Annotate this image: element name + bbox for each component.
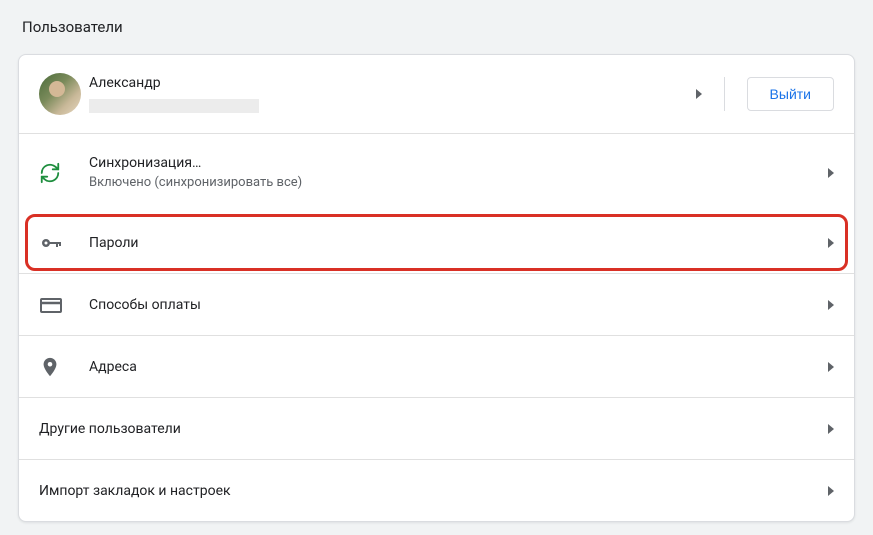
passwords-title: Пароли bbox=[89, 235, 828, 251]
chevron-right-icon bbox=[828, 300, 834, 310]
location-icon bbox=[39, 356, 61, 378]
profile-name: Александр bbox=[89, 75, 696, 91]
import-row[interactable]: Импорт закладок и настроек bbox=[19, 459, 854, 521]
chevron-right-icon bbox=[828, 168, 834, 178]
chevron-right-icon bbox=[828, 238, 834, 248]
other-users-label: Другие пользователи bbox=[39, 421, 828, 437]
chevron-right-icon bbox=[828, 424, 834, 434]
key-icon bbox=[39, 231, 63, 255]
import-label: Импорт закладок и настроек bbox=[39, 483, 828, 499]
addresses-title: Адреса bbox=[89, 359, 828, 375]
other-users-row[interactable]: Другие пользователи bbox=[19, 397, 854, 459]
sync-subtitle: Включено (синхронизировать все) bbox=[89, 175, 828, 190]
profile-row[interactable]: Александр Выйти bbox=[19, 55, 854, 133]
sync-title: Синхронизация… bbox=[89, 155, 828, 171]
payment-title: Способы оплаты bbox=[89, 297, 828, 313]
profile-email-redacted bbox=[89, 99, 259, 113]
divider bbox=[724, 77, 725, 111]
addresses-row[interactable]: Адреса bbox=[19, 335, 854, 397]
avatar bbox=[39, 73, 81, 115]
chevron-right-icon bbox=[696, 89, 702, 99]
sync-icon bbox=[39, 162, 61, 184]
chevron-right-icon bbox=[828, 362, 834, 372]
chevron-right-icon bbox=[828, 486, 834, 496]
credit-card-icon bbox=[39, 293, 63, 317]
passwords-row[interactable]: Пароли bbox=[19, 211, 854, 273]
settings-card: Александр Выйти Синхронизация… Включено … bbox=[18, 54, 855, 522]
payment-row[interactable]: Способы оплаты bbox=[19, 273, 854, 335]
signout-button[interactable]: Выйти bbox=[747, 77, 834, 111]
sync-row[interactable]: Синхронизация… Включено (синхронизироват… bbox=[19, 133, 854, 211]
page-title: Пользователи bbox=[22, 18, 855, 36]
